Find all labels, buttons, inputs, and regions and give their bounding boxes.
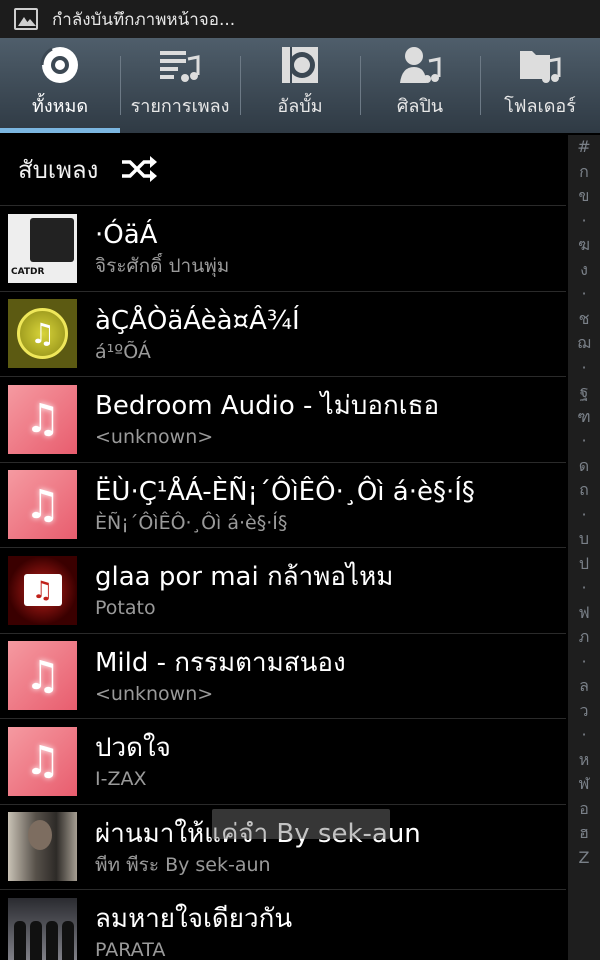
album-art: ♫: [8, 384, 77, 454]
library-tab-bar: ทั้งหมด รายการเพลง อัลบั้ม ศิลปิน โฟลเดอ…: [0, 38, 600, 133]
song-artist: พีท พีระ By sek-aun: [95, 853, 271, 876]
playlist-icon: [157, 45, 203, 85]
index-letter[interactable]: ฟ: [578, 601, 589, 626]
song-row[interactable]: ♫ Bedroom Audio - ไม่บอกเธอ <unknown>: [0, 377, 566, 463]
music-note-icon: ♫: [17, 308, 68, 360]
index-letter[interactable]: ป: [579, 552, 589, 577]
index-letter[interactable]: อ: [579, 797, 589, 822]
index-letter[interactable]: ·: [581, 282, 586, 307]
music-note-icon: ♫: [24, 652, 61, 699]
tab-label: โฟลเดอร์: [504, 96, 576, 117]
music-note-icon: ♫: [24, 396, 61, 443]
index-letter[interactable]: ฆ: [578, 233, 590, 258]
status-text: กำลังบันทึกภาพหน้าจอ...: [52, 9, 236, 30]
shuffle-label: สับเพลง: [18, 155, 99, 184]
song-title: Mild - กรรมตามสนอง: [95, 647, 346, 678]
album-art: CATDR: [8, 213, 77, 283]
song-artist: <unknown>: [95, 426, 214, 449]
song-title: Bedroom Audio - ไม่บอกเธอ: [95, 391, 440, 422]
index-letter[interactable]: ฬ: [579, 772, 590, 797]
album-art: ♫: [8, 299, 77, 369]
shuffle-icon: [122, 156, 158, 182]
index-letter[interactable]: ห: [579, 748, 590, 773]
index-letter[interactable]: Z: [579, 846, 590, 871]
song-artist: <unknown>: [95, 682, 214, 705]
tab-playlists[interactable]: รายการเพลง: [120, 38, 240, 133]
index-letter[interactable]: ภ: [579, 625, 590, 650]
album-art: [8, 897, 77, 960]
album-art-text: CATDR: [11, 266, 45, 277]
song-title: ลมหายใจเดียวกัน: [95, 904, 293, 935]
song-title: ·ÓäÁ: [95, 220, 158, 251]
index-letter[interactable]: ก: [579, 160, 589, 185]
song-row[interactable]: ♫ àÇÅÒäÁèà¤Â¾Í á¹ºÕÁ: [0, 292, 566, 377]
tab-label: รายการเพลง: [130, 96, 230, 117]
artist-icon: [397, 45, 443, 85]
index-letter[interactable]: ถ: [579, 478, 589, 503]
index-letter[interactable]: บ: [579, 527, 589, 552]
shuffle-button[interactable]: สับเพลง: [0, 133, 566, 206]
song-artist: ÈÑ¡´ÔìÊÔ·¸Ôì á·è§·Í§: [95, 511, 288, 534]
tab-label: ทั้งหมด: [31, 96, 89, 117]
tab-label: อัลบั้ม: [277, 96, 323, 117]
song-artist: Potato: [95, 597, 156, 620]
tab-all-songs[interactable]: ทั้งหมด: [0, 38, 120, 133]
tab-artists[interactable]: ศิลปิน: [360, 38, 480, 133]
song-row[interactable]: ลมหายใจเดียวกัน PARATA: [0, 890, 566, 960]
music-note-icon: ♫: [24, 481, 61, 528]
album-art: ♫: [8, 726, 77, 796]
song-title: ËÙ·Ç¹ÅÁ-ÈÑ¡´ÔìÊÔ·¸Ôì á·è§·Í§: [95, 476, 475, 507]
index-letter[interactable]: ฐ: [580, 380, 589, 405]
song-row[interactable]: ♫ ËÙ·Ç¹ÅÁ-ÈÑ¡´ÔìÊÔ·¸Ôì á·è§·Í§ ÈÑ¡´ÔìÊÔ·…: [0, 463, 566, 548]
song-artist: PARATA: [95, 939, 166, 960]
index-letter[interactable]: ·: [581, 650, 586, 675]
album-icon: [277, 45, 323, 85]
index-letter[interactable]: ข: [579, 184, 590, 209]
album-art: ♫: [8, 641, 77, 711]
clapperboard-icon: ♫: [23, 574, 62, 607]
index-letter[interactable]: ·: [581, 503, 586, 528]
music-note-icon: ♫: [24, 738, 61, 785]
song-row[interactable]: CATDR ·ÓäÁ จิระศักดิ์ ปานพุ่ม: [0, 206, 566, 292]
index-letter[interactable]: ฌ: [577, 331, 591, 356]
index-letter[interactable]: ด: [579, 454, 589, 479]
index-letter[interactable]: ·: [581, 576, 586, 601]
status-bar: กำลังบันทึกภาพหน้าจอ...: [0, 0, 600, 38]
index-letter[interactable]: ง: [580, 258, 588, 283]
tab-label: ศิลปิน: [396, 96, 444, 117]
index-letter[interactable]: ·: [581, 429, 586, 454]
index-letter[interactable]: ว: [580, 699, 589, 724]
index-letter[interactable]: ·: [581, 209, 586, 234]
tab-albums[interactable]: อัลบั้ม: [240, 38, 360, 133]
toast-overlay: [212, 809, 390, 839]
index-letter[interactable]: ·: [581, 723, 586, 748]
song-list: CATDR ·ÓäÁ จิระศักดิ์ ปานพุ่ม ♫ àÇÅÒäÁèà…: [0, 206, 566, 960]
song-title: àÇÅÒäÁèà¤Â¾Í: [95, 305, 300, 336]
song-title: ปวดใจ: [95, 733, 171, 764]
song-title: glaa por mai กล้าพอไหม: [95, 562, 394, 593]
tab-folders[interactable]: โฟลเดอร์: [480, 38, 600, 133]
index-letter[interactable]: ·: [581, 356, 586, 381]
screenshot-icon: [14, 8, 38, 30]
index-letter[interactable]: #: [577, 135, 590, 160]
song-artist: á¹ºÕÁ: [95, 340, 151, 363]
index-letter[interactable]: ฑ: [577, 405, 590, 430]
song-row[interactable]: ♫ glaa por mai กล้าพอไหม Potato: [0, 548, 566, 634]
album-art: ♫: [8, 470, 77, 540]
album-art: ♫: [8, 555, 77, 625]
index-letter[interactable]: ล: [579, 674, 589, 699]
alphabet-index[interactable]: # กข · ฆง · ชฌ · ฐฑ · ดถ · บป · ฟภ · ลว · หฬอฮ Z: [568, 135, 600, 960]
album-art: [8, 812, 77, 882]
song-artist: I-ZAX: [95, 768, 147, 791]
index-letter[interactable]: ฮ: [579, 821, 589, 846]
song-row[interactable]: ♫ Mild - กรรมตามสนอง <unknown>: [0, 634, 566, 719]
folder-icon: [517, 45, 563, 85]
all-songs-icon: [37, 45, 83, 85]
song-row[interactable]: ♫ ปวดใจ I-ZAX: [0, 719, 566, 805]
index-letter[interactable]: ช: [579, 307, 590, 332]
song-artist: จิระศักดิ์ ปานพุ่ม: [95, 255, 230, 278]
